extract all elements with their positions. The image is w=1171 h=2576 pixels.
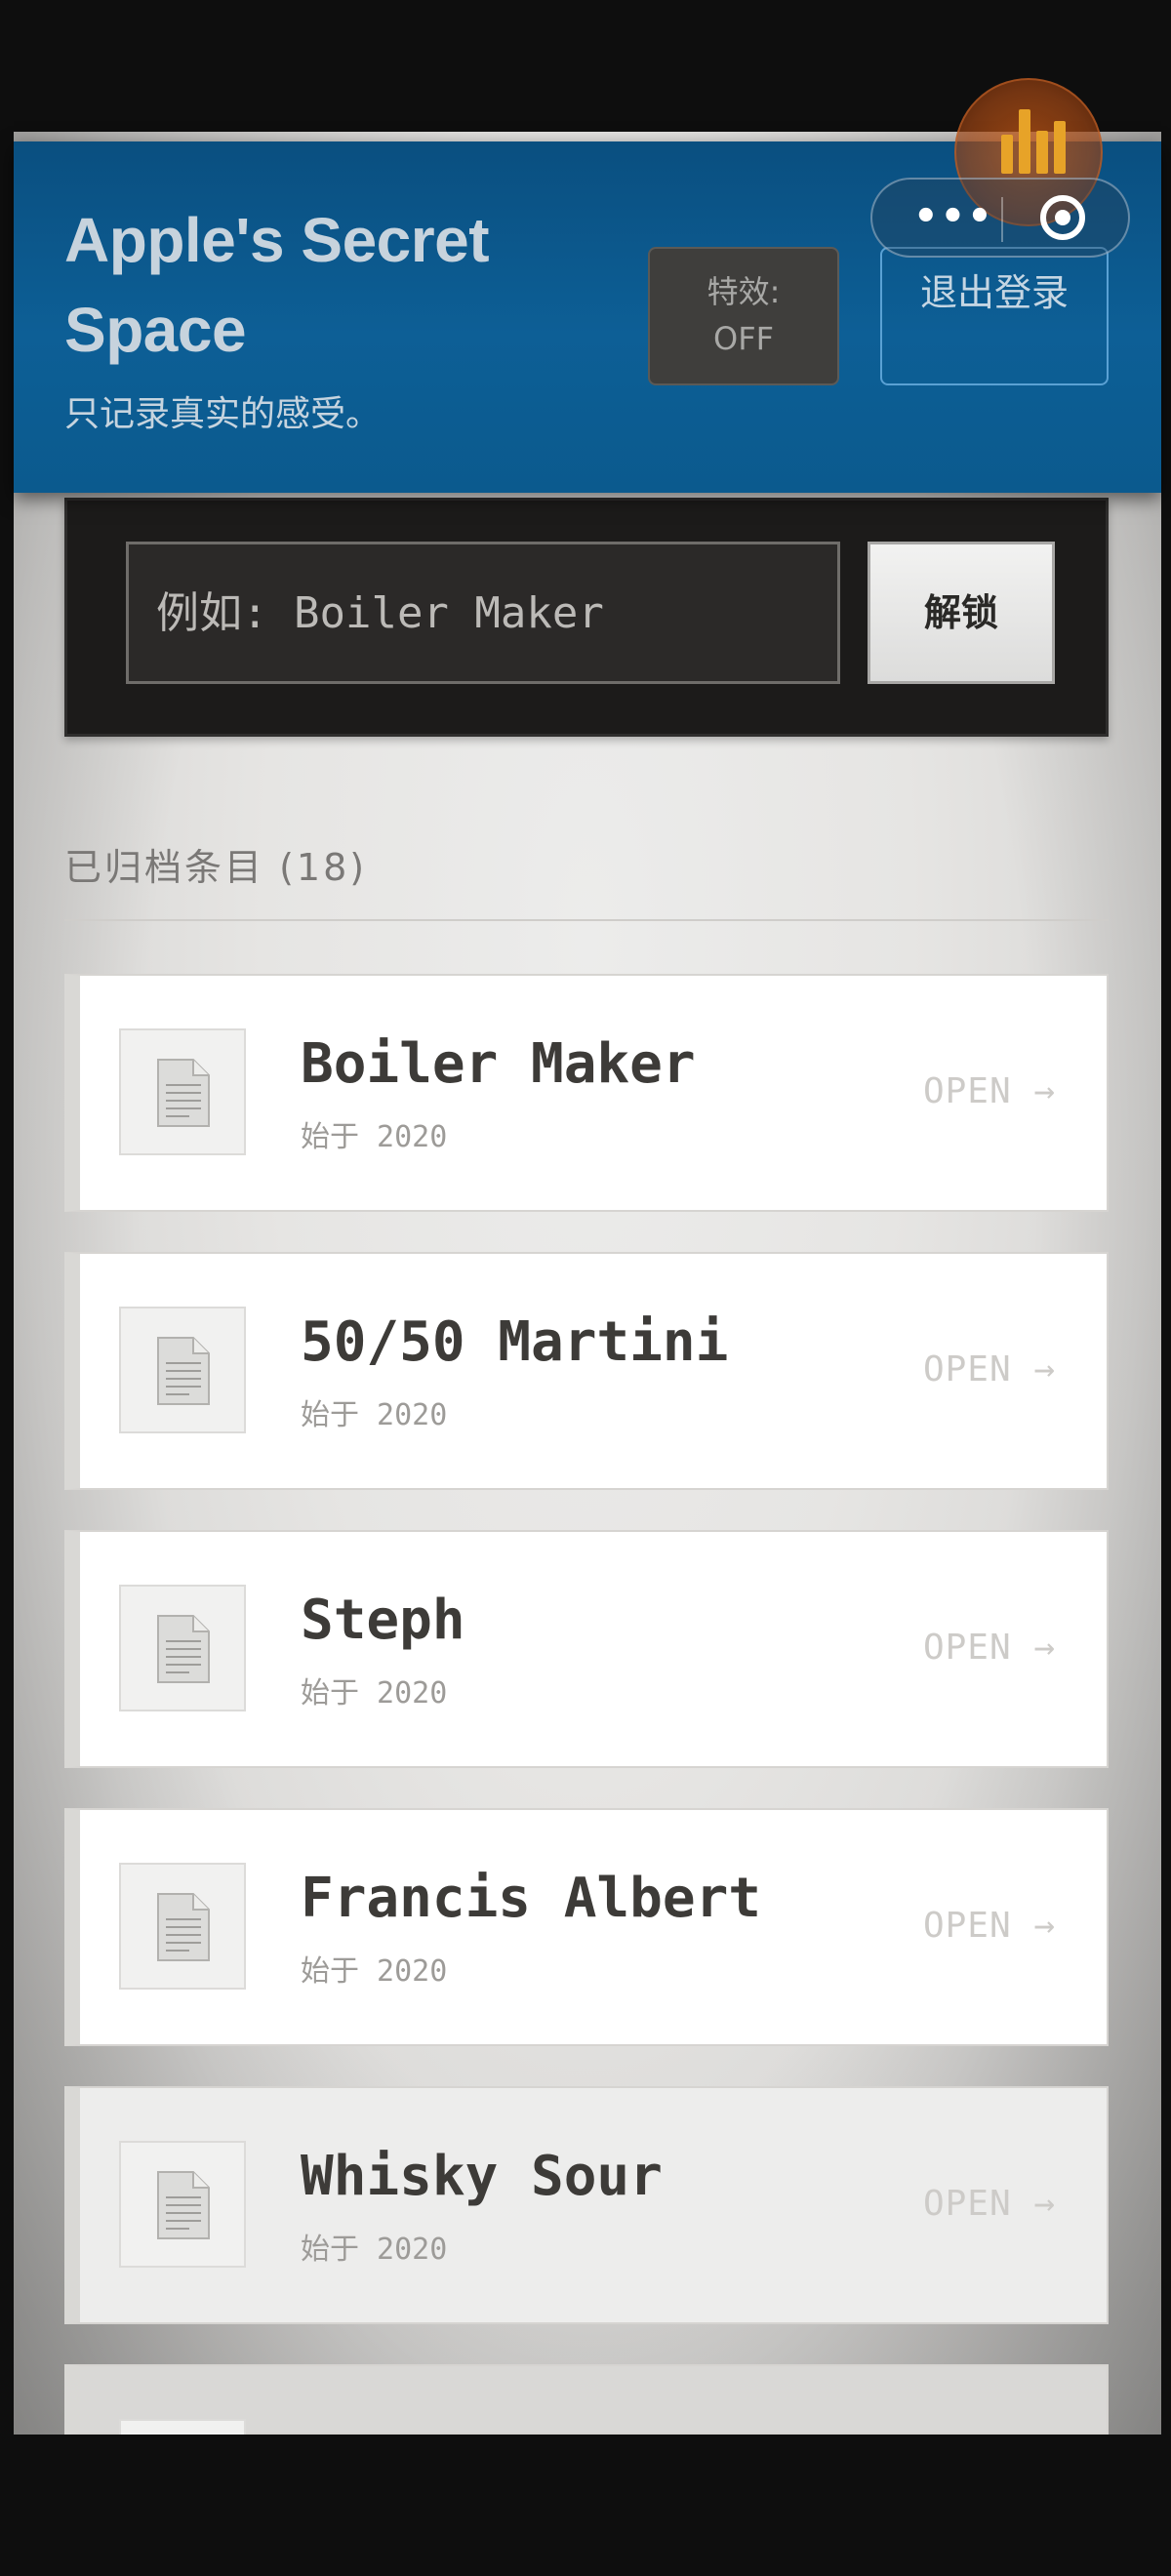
document-icon xyxy=(157,1893,210,1961)
entry-name: Whisky Sour xyxy=(301,2145,663,2208)
archive-section-title: 已归档条目 (18) xyxy=(64,846,368,889)
mini-program-capsule: ••• xyxy=(870,178,1130,258)
unlock-panel: 解锁 xyxy=(64,498,1109,737)
entry-name: 50/50 Martini xyxy=(301,1310,729,1374)
entry-since: 始于 2020 xyxy=(301,1676,448,1711)
more-dots-icon[interactable]: ••• xyxy=(913,195,994,238)
bottom-bar xyxy=(0,2435,1171,2576)
app-title-line1: Apple's Secret xyxy=(64,205,490,275)
app-title: Apple's Secret Space xyxy=(64,195,572,375)
effects-toggle-button[interactable]: 特效: OFF xyxy=(648,247,839,385)
entry-card[interactable]: Francis Albert 始于 2020 OPEN → xyxy=(64,1808,1109,2046)
document-icon xyxy=(157,1615,210,1683)
document-icon xyxy=(157,1337,210,1405)
entry-card[interactable]: Whisky Sour 始于 2020 OPEN → xyxy=(64,2086,1109,2324)
entry-since: 始于 2020 xyxy=(301,2233,448,2267)
capsule-divider xyxy=(1001,197,1003,242)
effects-state: OFF xyxy=(713,320,774,357)
entry-card[interactable]: Boiler Maker 始于 2020 OPEN → xyxy=(64,974,1109,1212)
entry-card[interactable]: Steph 始于 2020 OPEN → xyxy=(64,1530,1109,1768)
document-icon xyxy=(157,2171,210,2239)
entry-name-input[interactable] xyxy=(126,542,840,684)
tagline: 只记录真实的感受。 xyxy=(64,394,382,434)
entry-name: Francis Albert xyxy=(301,1867,762,1930)
section-divider xyxy=(64,919,1109,921)
target-close-icon[interactable] xyxy=(1040,195,1085,240)
entry-thumbnail xyxy=(119,1307,246,1433)
logout-button[interactable]: 退出登录 xyxy=(880,247,1109,385)
entry-thumbnail xyxy=(119,2141,246,2268)
entry-open-link[interactable]: OPEN → xyxy=(923,2184,1056,2224)
entry-card[interactable]: 50/50 Martini 始于 2020 OPEN → xyxy=(64,1252,1109,1490)
document-icon xyxy=(157,1059,210,1127)
unlock-button[interactable]: 解锁 xyxy=(868,542,1055,684)
entry-card-partial[interactable] xyxy=(64,2364,1109,2436)
entry-open-link[interactable]: OPEN → xyxy=(923,1071,1056,1111)
entry-thumbnail xyxy=(119,1585,246,1711)
entry-open-link[interactable]: OPEN → xyxy=(923,1906,1056,1946)
app-title-line2: Space xyxy=(64,295,247,365)
entry-thumbnail xyxy=(119,1028,246,1155)
entry-since: 始于 2020 xyxy=(301,1120,448,1154)
entry-since: 始于 2020 xyxy=(301,1398,448,1432)
effects-label: 特效: xyxy=(707,273,781,310)
entry-open-link[interactable]: OPEN → xyxy=(923,1628,1056,1668)
entry-name: Boiler Maker xyxy=(301,1032,696,1096)
entry-open-link[interactable]: OPEN → xyxy=(923,1349,1056,1389)
entry-since: 始于 2020 xyxy=(301,1954,448,1989)
entry-name: Steph xyxy=(301,1589,465,1652)
entry-thumbnail xyxy=(119,1863,246,1990)
